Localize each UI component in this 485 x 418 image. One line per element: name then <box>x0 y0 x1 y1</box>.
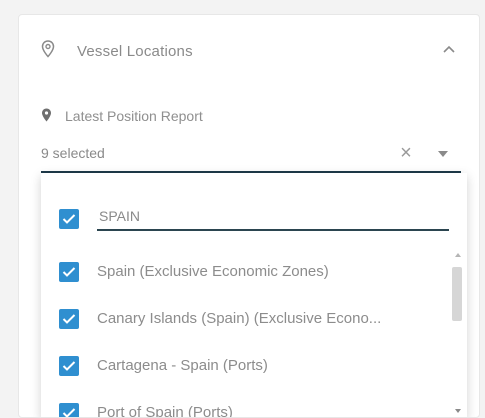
field-label: Latest Position Report <box>65 108 203 124</box>
search-input[interactable] <box>97 203 449 231</box>
check-icon <box>62 267 76 277</box>
clear-icon[interactable]: × <box>397 143 415 163</box>
check-icon <box>62 214 76 224</box>
list-item[interactable]: Spain (Exclusive Economic Zones) <box>41 249 451 296</box>
list-item[interactable]: Cartagena - Spain (Ports) <box>41 343 451 390</box>
field-label-row: Latest Position Report <box>41 107 401 127</box>
option-checkbox[interactable] <box>59 356 79 376</box>
check-icon <box>62 408 76 417</box>
map-pin-outline-icon <box>41 40 55 58</box>
scrollbar[interactable] <box>449 249 467 417</box>
vessel-locations-panel: Vessel Locations Latest Position Report … <box>18 14 480 418</box>
panel-header[interactable]: Vessel Locations <box>19 37 479 69</box>
selected-count: 9 selected <box>41 145 105 161</box>
map-pin-icon <box>42 108 51 122</box>
scrollbar-thumb[interactable] <box>452 267 462 321</box>
search-row <box>41 173 467 237</box>
position-report-select[interactable]: 9 selected × <box>41 141 461 173</box>
select-all-checkbox[interactable] <box>59 209 79 229</box>
scroll-down-arrow-icon[interactable] <box>455 409 461 413</box>
check-icon <box>62 361 76 371</box>
option-checkbox[interactable] <box>59 309 79 329</box>
chevron-up-icon[interactable] <box>441 43 457 55</box>
option-label: Canary Islands (Spain) (Exclusive Econo.… <box>97 310 382 327</box>
select-dropdown: Spain (Exclusive Economic Zones) Canary … <box>41 173 467 418</box>
option-checkbox[interactable] <box>59 262 79 282</box>
panel-title: Vessel Locations <box>77 43 193 60</box>
caret-down-icon[interactable] <box>438 151 448 157</box>
option-checkbox[interactable] <box>59 403 79 417</box>
list-item[interactable]: Port of Spain (Ports) <box>41 390 451 418</box>
scroll-up-arrow-icon[interactable] <box>455 253 461 257</box>
option-label: Port of Spain (Ports) <box>97 404 233 418</box>
list-item[interactable]: Canary Islands (Spain) (Exclusive Econo.… <box>41 296 451 343</box>
options-list: Spain (Exclusive Economic Zones) Canary … <box>41 249 451 418</box>
option-label: Cartagena - Spain (Ports) <box>97 357 268 374</box>
option-label: Spain (Exclusive Economic Zones) <box>97 263 329 280</box>
check-icon <box>62 314 76 324</box>
